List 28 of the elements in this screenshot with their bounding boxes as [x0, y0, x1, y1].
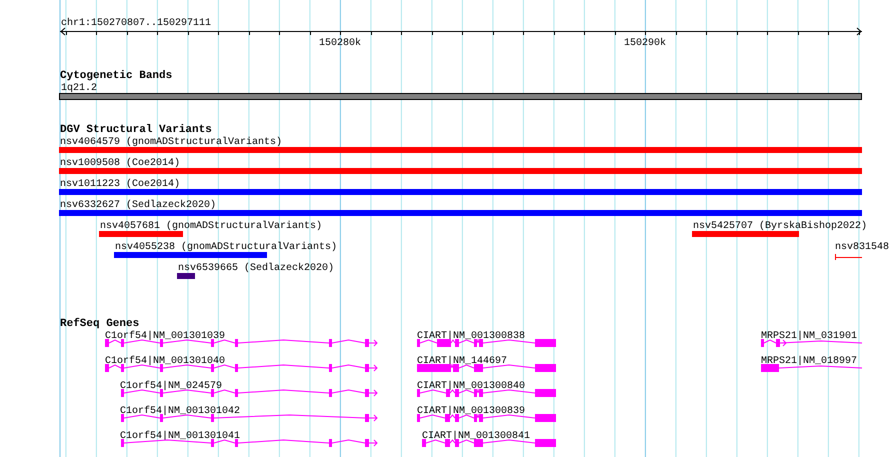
gene-label: MRPS21|NM_018997 — [761, 356, 858, 367]
gene-label: CIART|NM_001300841 — [422, 431, 530, 442]
tick-label: 150290k — [624, 38, 666, 49]
gene-label: CIART|NM_001300840 — [417, 381, 526, 392]
track-title: DGV Structural Variants — [60, 124, 212, 136]
variant-label: nsv4057681 (gnomADStructuralVariants) — [100, 221, 322, 232]
track-title: RefSeq Genes — [60, 318, 140, 330]
variant-label: nsv831548 — [835, 242, 890, 253]
variant-label: nsv5425707 (ByrskaBishop2022) — [693, 221, 868, 232]
gene-label: C1orf54|NM_001301041 — [120, 431, 240, 442]
gene-label: CIART|NM_001300839 — [417, 406, 526, 417]
tick-label: 150280k — [319, 38, 361, 49]
variant-label: nsv1009508 (Coe2014) — [60, 158, 180, 169]
variant-label: nsv1011223 (Coe2014) — [60, 179, 180, 190]
gene-label: C1orf54|NM_001301039 — [105, 331, 226, 342]
gene-label: CIART|NM_001300838 — [417, 331, 526, 342]
gene-label: MRPS21|NM_031901 — [761, 331, 858, 342]
variant-label: nsv4064579 (gnomADStructuralVariants) — [60, 137, 282, 148]
band-label: 1q21.2 — [61, 83, 98, 94]
region-label: chr1:150270807..150297111 — [61, 18, 212, 29]
gene-label: C1orf54|NM_001301040 — [105, 356, 226, 367]
gene-label: C1orf54|NM_024579 — [120, 381, 222, 392]
gene-label: CIART|NM_144697 — [417, 356, 508, 367]
gene-label: C1orf54|NM_001301042 — [120, 406, 240, 417]
variant-label: nsv6539665 (Sedlazeck2020) — [178, 263, 334, 274]
track-title: Cytogenetic Bands — [60, 70, 172, 82]
variant-label: nsv4055238 (gnomADStructuralVariants) — [115, 242, 338, 253]
variant-label: nsv6332627 (Sedlazeck2020) — [60, 200, 216, 211]
